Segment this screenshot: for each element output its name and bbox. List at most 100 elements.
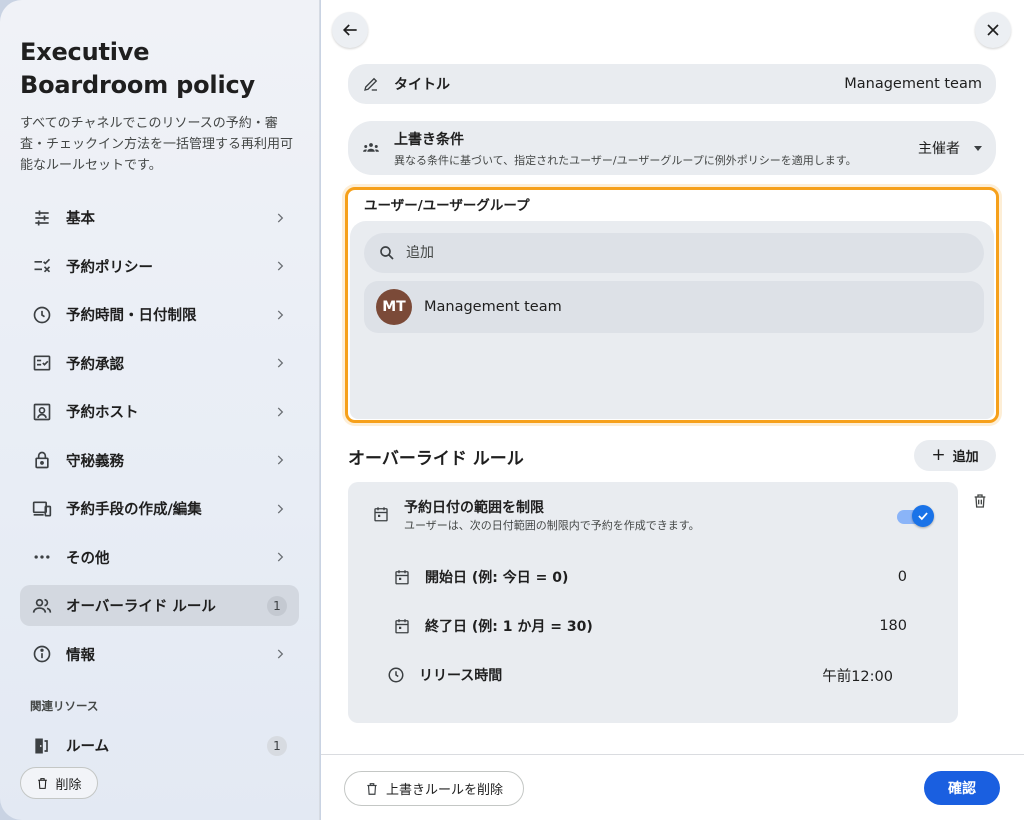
sidebar-item-label: 予約ホスト (66, 405, 139, 421)
delete-override-label: 上書きルールを削除 (385, 783, 503, 798)
end-date-row[interactable]: 終了日 (例: 1 か月 = 30) 180 (393, 614, 907, 638)
sidebar-item-basic[interactable]: 基本 (20, 197, 299, 238)
door-icon (32, 736, 52, 756)
chevron-right-icon (277, 503, 284, 514)
toggle-knob (912, 505, 934, 527)
user-group-title: ユーザー/ユーザーグループ (364, 198, 530, 214)
policy-title: Executive Boardroom policy (20, 38, 255, 99)
count-badge: 1 (267, 595, 287, 616)
sidebar-item-confidentiality[interactable]: 守秘義務 (20, 440, 299, 481)
end-date-label: 終了日 (例: 1 か月 = 30) (425, 619, 593, 635)
search-icon (380, 246, 394, 260)
count-badge: 1 (267, 735, 287, 756)
sidebar: Executive Boardroom policy すべてのチャネルでこのリソ… (0, 0, 320, 820)
calendar-icon (395, 619, 409, 634)
more-icon (32, 547, 52, 567)
release-time-label: リリース時間 (419, 668, 503, 684)
confirm-button[interactable]: 確認 (924, 771, 1000, 805)
trash-icon (367, 782, 377, 795)
release-time-value: 午前12:00 (822, 668, 893, 685)
chevron-right-icon (277, 649, 284, 659)
trash-icon (38, 777, 48, 789)
member-chip[interactable]: MT Management team (364, 281, 984, 333)
sidebar-item-info[interactable]: 情報 (20, 634, 299, 675)
delete-policy-button[interactable]: 削除 (20, 767, 98, 799)
sidebar-item-override-rules[interactable]: オーバーライド ルール 1 (20, 585, 299, 626)
chevron-right-icon (277, 358, 284, 368)
delete-label: 削除 (55, 777, 82, 793)
chevron-right-icon (277, 455, 284, 465)
start-date-row[interactable]: 開始日 (例: 今日 = 0) 0 (393, 565, 907, 589)
override-condition-select[interactable]: 上書き条件 異なる条件に基づいて、指定されたユーザー/ユーザーグループに例外ポリ… (348, 121, 996, 175)
clock-icon (32, 305, 52, 325)
override-value: 主催者 (918, 141, 960, 157)
clock-icon (388, 667, 404, 683)
title-field[interactable]: タイトル Management team (348, 64, 996, 104)
sidebar-item-room[interactable]: ルーム 1 (20, 725, 299, 766)
override-label: 上書き条件 (394, 131, 464, 148)
chevron-right-icon (277, 261, 284, 271)
sidebar-nav: 基本 予約ポリシー 予約時間・日付制限 予約承認 予約ホスト 守秘義務 予約手段… (20, 197, 299, 682)
sidebar-item-label: 予約ポリシー (66, 259, 153, 276)
sidebar-item-label: 情報 (66, 647, 95, 664)
chevron-right-icon (277, 406, 284, 417)
start-date-label: 開始日 (例: 今日 = 0) (425, 570, 569, 586)
sidebar-item-label: 守秘義務 (66, 453, 124, 470)
start-date-value: 0 (897, 569, 907, 585)
host-icon (32, 402, 52, 422)
info-icon (32, 644, 52, 664)
checklist-icon (32, 256, 52, 276)
member-name: Management team (424, 299, 562, 315)
tune-icon (32, 208, 52, 228)
rule-title: 予約日付の範囲を制限 (404, 500, 544, 516)
devices-icon (32, 499, 52, 519)
group-icon (32, 596, 52, 616)
sidebar-item-host[interactable]: 予約ホスト (20, 391, 299, 432)
delete-rule-icon[interactable] (972, 493, 988, 509)
add-rule-button[interactable]: + 追加 (914, 440, 996, 471)
add-user-input[interactable] (406, 245, 966, 261)
check-icon (918, 512, 928, 521)
override-rules-heading: オーバーライド ルール (348, 449, 524, 469)
close-button[interactable] (975, 12, 1011, 48)
calendar-icon (395, 570, 409, 585)
title-value: Management team (844, 76, 982, 92)
rule-toggle[interactable] (897, 505, 935, 527)
footer: 上書きルールを削除 確認 (321, 754, 1024, 820)
close-icon (987, 24, 999, 36)
rule-description: ユーザーは、次の日付範囲の制限内で予約を作成できます。 (404, 519, 700, 532)
lock-icon (32, 450, 52, 470)
sidebar-item-label: その他 (66, 550, 110, 567)
sidebar-item-label: 予約手段の作成/編集 (66, 502, 202, 518)
chevron-right-icon (277, 309, 284, 320)
arrow-back-icon (342, 24, 357, 36)
title-label: タイトル (394, 77, 450, 93)
sidebar-item-label: 予約承認 (66, 356, 124, 373)
dropdown-caret-icon (974, 145, 982, 151)
user-group-section: ユーザー/ユーザーグループ MT Management team (345, 187, 999, 423)
chevron-right-icon (277, 212, 284, 223)
policy-description: すべてのチャネルでこのリソースの予約・審査・チェックイン方法を一括管理する再利用… (20, 116, 294, 173)
override-description: 異なる条件に基づいて、指定されたユーザー/ユーザーグループに例外ポリシーを適用し… (394, 153, 857, 167)
release-time-row[interactable]: リリース時間 午前12:00 (387, 663, 893, 687)
calendar-icon (374, 507, 388, 522)
add-user-search[interactable] (364, 233, 984, 273)
sidebar-item-booking-methods[interactable]: 予約手段の作成/編集 (20, 488, 299, 529)
sidebar-item-approval[interactable]: 予約承認 (20, 343, 299, 384)
sidebar-item-other[interactable]: その他 (20, 537, 299, 578)
sidebar-item-time-limits[interactable]: 予約時間・日付制限 (20, 294, 299, 335)
avatar: MT (376, 289, 412, 325)
groups-icon (363, 143, 379, 152)
back-button[interactable] (332, 12, 368, 48)
plus-icon: + (931, 445, 946, 465)
delete-override-button[interactable]: 上書きルールを削除 (344, 771, 524, 806)
sidebar-item-label: ルーム (66, 739, 110, 755)
approval-icon (32, 353, 52, 373)
sidebar-item-label: オーバーライド ルール (66, 599, 216, 615)
related-resources-label: 関連リソース (30, 699, 99, 713)
main-panel: タイトル Management team 上書き条件 異なる条件に基づいて、指定… (321, 0, 1024, 820)
sidebar-item-label: 基本 (66, 211, 95, 227)
sidebar-item-booking-policy[interactable]: 予約ポリシー (20, 246, 299, 287)
end-date-value: 180 (879, 618, 907, 634)
user-group-panel: MT Management team (350, 221, 994, 419)
